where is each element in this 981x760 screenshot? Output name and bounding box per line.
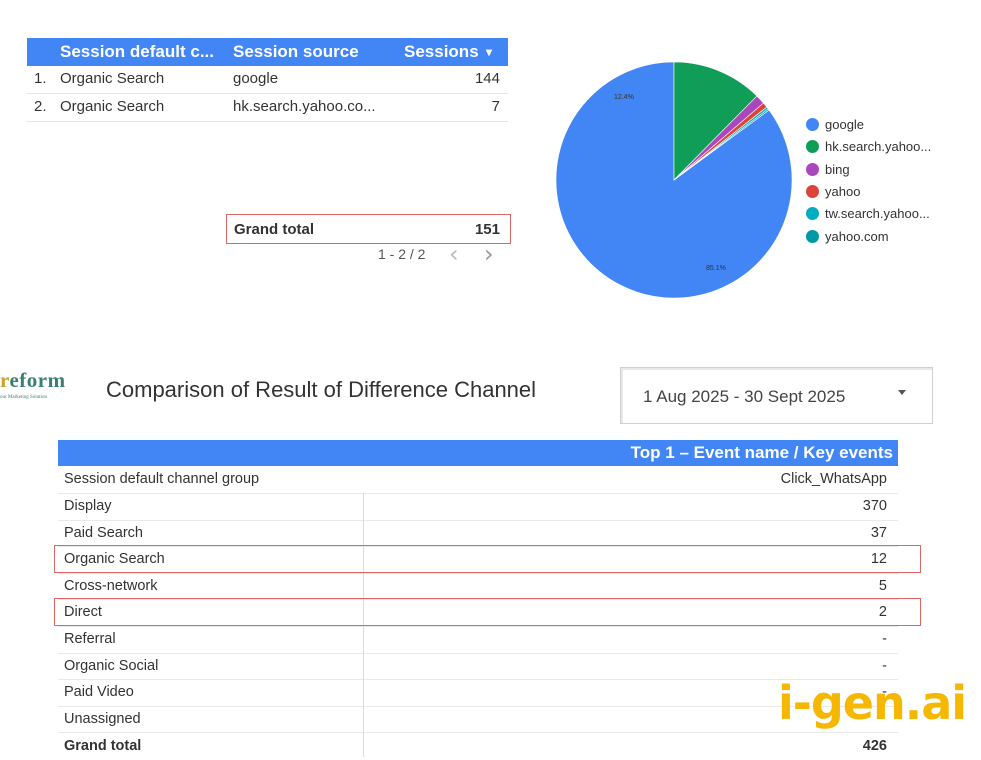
row-value: - [882, 657, 887, 674]
legend-item[interactable]: hk.search.yahoo... [806, 139, 931, 154]
bottom-table-column-row: Session default channel group Click_What… [58, 466, 898, 494]
legend-item[interactable]: google [806, 117, 864, 132]
bottom-grand-total-row: Grand total 426 [58, 733, 898, 760]
grand-total-value: 151 [474, 221, 500, 238]
bottom-table-title: Top 1 – Event name / Key events [630, 443, 893, 462]
legend-item[interactable]: yahoo.com [806, 229, 889, 244]
row-sessions: 7 [491, 98, 500, 115]
date-range-selector[interactable]: 1 Aug 2025 - 30 Sept 2025 [620, 367, 933, 424]
logo-text: eform [9, 368, 66, 392]
legend-label: tw.search.yahoo... [825, 206, 930, 222]
grand-total-row: Grand total 151 [226, 214, 511, 244]
column-header-channel[interactable]: Session default c... [60, 42, 214, 62]
company-logo: reform our Marketing Solution [0, 368, 66, 400]
legend-swatch [806, 184, 819, 198]
pie-data-label: 12.4% [614, 94, 634, 101]
table-row: Paid Search 37 [58, 520, 898, 548]
row-channel: Paid Video [64, 684, 134, 701]
table-row: Organic Social - [58, 653, 898, 681]
legend-label: yahoo.com [825, 228, 889, 244]
row-value: - [882, 631, 887, 647]
row-channel: Organic Search [60, 98, 165, 115]
row-index: 2. [34, 98, 47, 115]
legend-swatch [806, 162, 819, 176]
legend-item[interactable]: bing [806, 162, 850, 177]
row-source: hk.search.yahoo.co... [233, 98, 376, 115]
row-channel: Organic Social [64, 657, 159, 674]
table-row: Cross-network 5 [58, 573, 898, 601]
section-title: Comparison of Result of Difference Chann… [106, 377, 537, 402]
legend-item[interactable]: tw.search.yahoo... [806, 206, 930, 221]
table-row: Display 370 [58, 493, 898, 521]
legend-swatch [806, 207, 819, 221]
logo-tagline: our Marketing Solution [0, 395, 47, 400]
top-table-header: Session default c... Session source Sess… [27, 38, 508, 66]
legend-label: google [825, 117, 865, 132]
highlight-organic-search [54, 545, 921, 573]
legend-item[interactable]: yahoo [806, 184, 860, 199]
legend-label: bing [825, 161, 850, 177]
row-sessions: 144 [474, 70, 500, 87]
table-row: Unassigned [58, 706, 898, 734]
pagination-label: 1 - 2 / 2 [378, 246, 426, 262]
column-header-source[interactable]: Session source [233, 42, 359, 62]
sessions-pie-chart: 12.4% 85.1% [555, 61, 793, 299]
table-row: 1. Organic Search google 144 [27, 66, 508, 94]
chevron-right-icon[interactable]: › [484, 240, 494, 268]
table-row: Referral - [58, 626, 898, 654]
column-header-channel-group[interactable]: Session default channel group [64, 471, 259, 487]
column-header-click-whatsapp[interactable]: Click_WhatsApp [781, 471, 887, 487]
highlight-direct [54, 598, 921, 626]
row-channel: Display [64, 498, 112, 514]
chevron-left-icon[interactable]: ‹ [449, 240, 459, 268]
grand-total-label: Grand total [64, 738, 142, 754]
legend-swatch [806, 118, 819, 131]
row-value: 5 [878, 577, 887, 594]
legend-label: hk.search.yahoo... [825, 139, 932, 155]
column-header-sessions[interactable]: Sessions [404, 42, 479, 62]
row-channel: Unassigned [64, 710, 141, 727]
pie-data-label: 85.1% [706, 265, 726, 272]
bottom-table-header: Top 1 – Event name / Key events [58, 440, 898, 466]
row-source: google [233, 70, 279, 87]
legend-swatch [806, 229, 819, 243]
row-channel: Cross-network [64, 577, 158, 594]
legend-swatch [806, 140, 819, 154]
date-range-value: 1 Aug 2025 - 30 Sept 2025 [643, 387, 846, 406]
grand-total-value: 426 [862, 738, 887, 754]
table-row: 2. Organic Search hk.search.yahoo.co... … [27, 94, 508, 122]
row-value: 370 [862, 498, 887, 514]
row-channel: Paid Search [64, 524, 143, 541]
caret-down-icon[interactable] [898, 390, 906, 395]
row-channel: Organic Search [60, 70, 165, 87]
row-channel: Referral [64, 631, 116, 647]
row-index: 1. [34, 70, 47, 87]
row-value: 37 [870, 524, 887, 541]
legend-label: yahoo [825, 183, 861, 199]
sort-desc-icon[interactable]: ▾ [486, 45, 492, 59]
grand-total-label: Grand total [234, 221, 315, 238]
brand-watermark: i-gen.ai [778, 676, 967, 730]
table-row: Paid Video - [58, 679, 898, 707]
